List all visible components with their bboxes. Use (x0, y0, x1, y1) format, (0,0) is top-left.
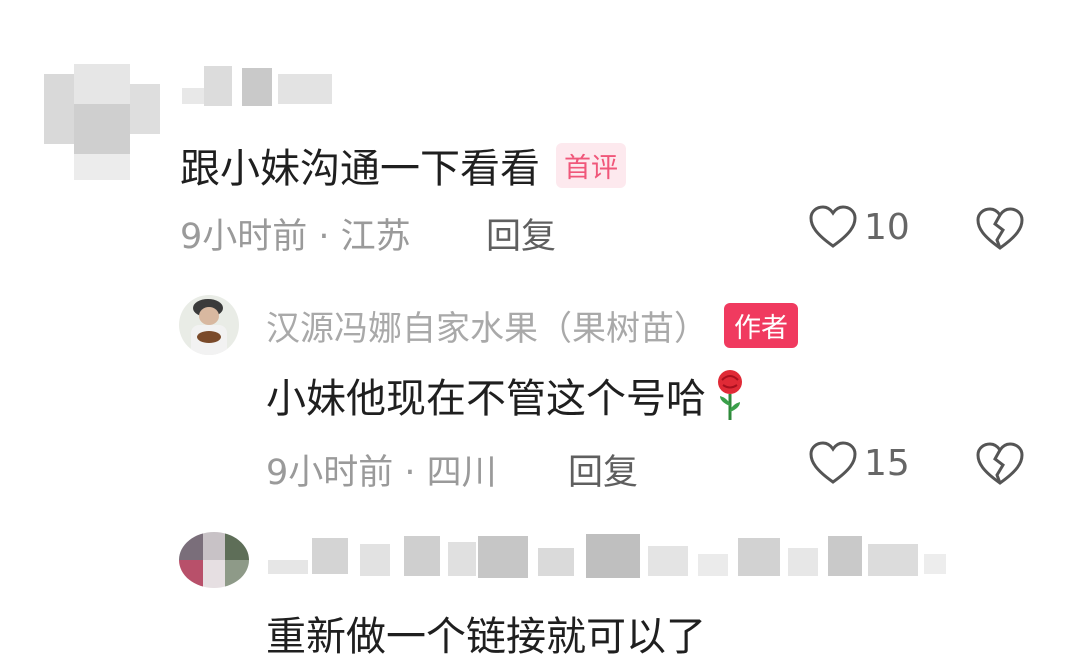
first-comment-badge: 首评 (556, 142, 626, 188)
like-button[interactable]: 15 (808, 440, 910, 486)
avatar-blurred[interactable] (44, 64, 160, 180)
like-button[interactable]: 10 (808, 204, 910, 250)
broken-heart-icon[interactable] (975, 441, 1025, 487)
reply-button[interactable]: 回复 (568, 444, 638, 495)
like-count: 15 (864, 442, 910, 484)
comment-time-location: 9小时前 · 江苏 (180, 217, 411, 257)
rose-icon (712, 368, 748, 422)
username-blurred[interactable] (182, 66, 342, 108)
heart-icon (808, 204, 858, 250)
heart-icon (808, 440, 858, 486)
author-avatar[interactable] (179, 295, 239, 355)
reply-text: 小妹他现在不管这个号哈 (266, 376, 706, 422)
reply-time-location: 9小时前 · 四川 (266, 453, 497, 493)
avatar-blurred[interactable] (179, 532, 249, 588)
username-blurred[interactable] (268, 534, 968, 580)
comment-text: 重新做一个链接就可以了 (266, 614, 706, 660)
comment-text: 跟小妹沟通一下看看 (180, 146, 540, 192)
reply-button[interactable]: 回复 (486, 208, 556, 259)
author-badge: 作者 (724, 303, 798, 348)
like-count: 10 (864, 206, 910, 248)
author-name[interactable]: 汉源冯娜自家水果（果树苗） (266, 301, 708, 350)
broken-heart-icon[interactable] (975, 206, 1025, 252)
